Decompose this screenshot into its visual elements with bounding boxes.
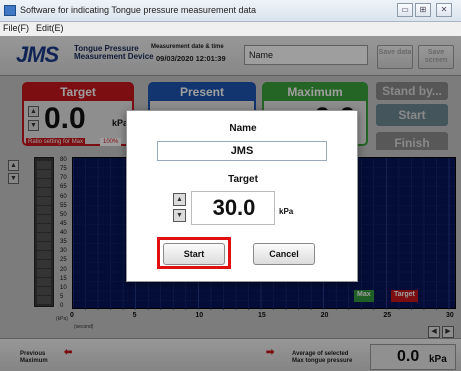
menu-bar: File(F) Edit(E) [0,22,461,36]
dialog-target-down-icon[interactable]: ▼ [173,209,186,222]
window-title: Software for indicating Tongue pressure … [20,5,256,15]
title-bar: Software for indicating Tongue pressure … [0,0,461,22]
dialog-target-field[interactable]: 30.0 [191,191,275,225]
dialog-name-input[interactable]: JMS [157,141,327,161]
dialog-start-button[interactable]: Start [163,243,225,265]
menu-file[interactable]: File(F) [3,23,29,33]
dialog-target-up-icon[interactable]: ▲ [173,193,186,206]
maximize-icon[interactable]: ⊞ [415,3,431,17]
dialog-cancel-button[interactable]: Cancel [253,243,315,265]
menu-edit[interactable]: Edit(E) [36,23,64,33]
dialog-target-unit: kPa [279,207,294,216]
app-window: Software for indicating Tongue pressure … [0,0,461,371]
name-target-dialog: Name JMS Target ▲ ▼ 30.0 kPa Start Cance… [126,110,358,282]
dialog-target-label: Target [228,174,258,185]
dialog-target-value: 30.0 [212,195,256,220]
dialog-name-label: Name [229,123,257,134]
app-icon [4,5,16,16]
close-icon[interactable]: ✕ [436,3,452,17]
minimize-icon[interactable]: ▭ [397,3,413,17]
